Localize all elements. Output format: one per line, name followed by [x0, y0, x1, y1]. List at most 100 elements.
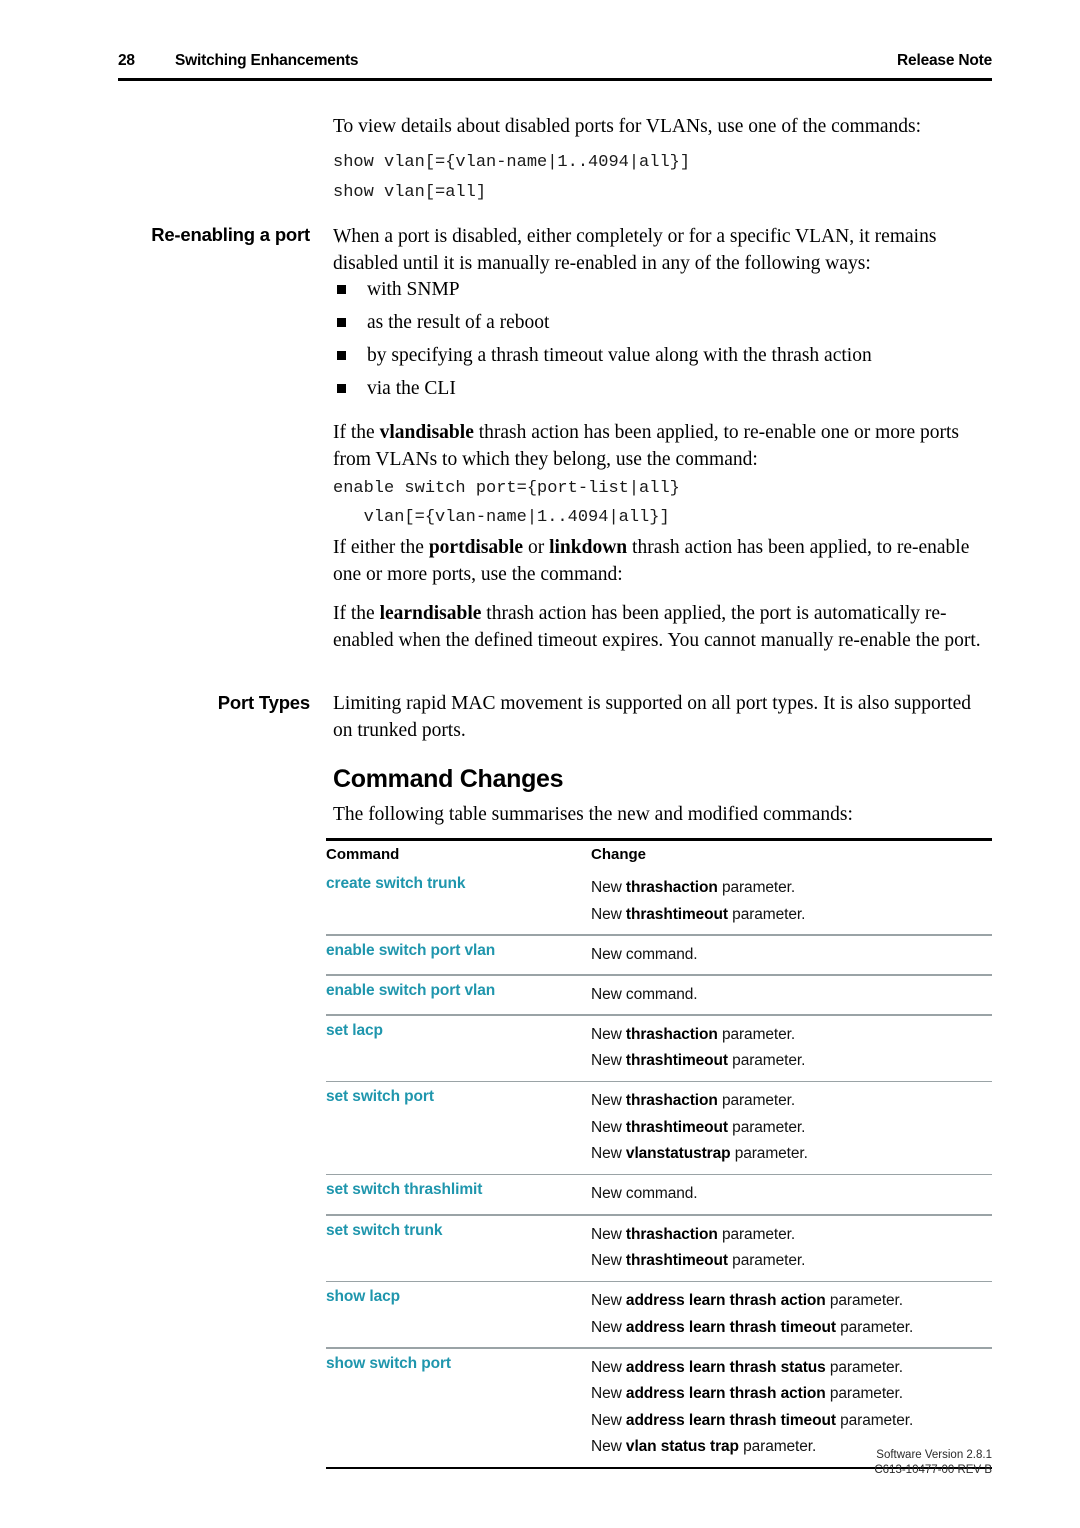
change-line: New command. — [591, 1181, 992, 1208]
section-heading-command-changes: Command Changes — [333, 765, 564, 793]
change-prefix: New — [591, 1052, 626, 1070]
change-suffix: parameter. — [825, 1358, 903, 1376]
table-cell-command[interactable]: set switch trunk — [326, 1222, 581, 1240]
list-item: via the CLI — [333, 376, 992, 403]
table-row: set switch thrashlimit New command. — [326, 1175, 992, 1214]
table-row: create switch trunk New thrashaction para… — [326, 869, 992, 934]
table-cell-command[interactable]: set switch thrashlimit — [326, 1181, 581, 1199]
table-cell-command[interactable]: set switch port — [326, 1088, 581, 1106]
learndisable-text-1: If the — [333, 603, 380, 624]
footer-software-version: Software Version 2.8.1 — [876, 1449, 992, 1461]
intro-command-1-block: show vlan[={vlan-name|1..4094|all}] — [333, 148, 992, 177]
table-cell-command[interactable]: show switch port — [326, 1355, 581, 1373]
change-line: New thrashaction parameter. — [591, 1022, 992, 1049]
table-cell-command[interactable]: enable switch port vlan — [326, 942, 581, 960]
change-parameter-name: thrashaction — [625, 879, 718, 896]
command-changes-intro-block: The following table summarises the new a… — [333, 801, 992, 828]
change-line: New address learn thrash timeout paramet… — [591, 1408, 992, 1435]
change-prefix: New command. — [591, 1185, 698, 1203]
change-line: New thrashaction parameter. — [591, 1222, 992, 1249]
change-suffix: parameter. — [835, 1411, 914, 1429]
document-type: Release Note — [897, 52, 992, 69]
change-parameter-name: vlan status trap — [625, 1438, 739, 1456]
change-prefix: New — [591, 1025, 626, 1043]
change-suffix: parameter. — [730, 1145, 808, 1163]
change-parameter-name: address learn thrash action — [625, 1385, 826, 1403]
table-cell-command[interactable]: create switch trunk — [326, 875, 581, 893]
learndisable-keyword: learndisable — [379, 603, 482, 624]
learndisable-paragraph: If the learndisable thrash action has be… — [333, 600, 992, 654]
change-prefix: New command. — [591, 985, 698, 1003]
change-parameter-name: thrashtimeout — [625, 1118, 728, 1136]
table-cell-command[interactable]: enable switch port vlan — [326, 982, 581, 1000]
change-suffix: parameter. — [717, 1225, 796, 1243]
change-prefix: New — [591, 1225, 626, 1243]
change-suffix: parameter. — [727, 1118, 806, 1136]
change-prefix: New — [591, 1438, 626, 1456]
table-row: show lacp New address learn thrash action… — [326, 1282, 992, 1347]
change-parameter-name: address learn thrash timeout — [625, 1318, 836, 1336]
change-suffix: parameter. — [717, 1092, 796, 1110]
table-cell-command[interactable]: set lacp — [326, 1022, 581, 1040]
change-prefix: New — [591, 905, 626, 923]
change-prefix: New — [591, 1118, 626, 1136]
change-prefix: New — [591, 1411, 626, 1429]
change-parameter-name: thrashaction — [625, 1025, 718, 1043]
change-parameter-name: thrashtimeout — [625, 1052, 728, 1070]
change-suffix: parameter. — [727, 1052, 806, 1070]
command-enable-switch-port-vlan: enable switch port={port-list|all} vlan[… — [333, 479, 680, 527]
square-bullet-icon — [337, 384, 346, 393]
change-prefix: New — [591, 1292, 626, 1310]
command-show-vlan-all: show vlan[=all] — [333, 183, 487, 202]
change-suffix: parameter. — [727, 1252, 806, 1270]
square-bullet-icon — [337, 351, 346, 360]
change-prefix: New — [591, 1358, 626, 1376]
change-suffix: parameter. — [717, 879, 796, 896]
change-line: New thrashaction parameter. — [591, 1088, 992, 1115]
change-parameter-name: address learn thrash status — [625, 1358, 826, 1376]
change-prefix: New — [591, 1092, 626, 1110]
change-parameter-name: thrashtimeout — [625, 1252, 728, 1270]
table-cell-change: New address learn thrash action paramete… — [591, 1282, 992, 1347]
running-header: 28 Switching Enhancements Release Note — [118, 52, 992, 78]
table-body: create switch trunk New thrashaction para… — [326, 869, 992, 1467]
change-line: New address learn thrash action paramete… — [591, 1381, 992, 1408]
vlandisable-keyword: vlandisable — [379, 422, 474, 443]
table-cell-command[interactable]: show lacp — [326, 1288, 581, 1306]
portdisable-paragraph-block: If either the portdisable or linkdown th… — [333, 534, 992, 588]
port-types-paragraph: Limiting rapid MAC movement is supported… — [333, 693, 972, 741]
header-rule — [118, 78, 992, 81]
page-footer: Software Version 2.8.1 C613-10477-00 REV… — [874, 1448, 992, 1478]
change-suffix: parameter. — [825, 1292, 903, 1310]
column-header-command: Command — [326, 846, 400, 863]
change-parameter-name: vlanstatustrap — [625, 1145, 731, 1163]
change-suffix: parameter. — [738, 1438, 817, 1456]
command-changes-table: Command Change create switch trunk New th… — [326, 838, 992, 1469]
intro-paragraph: To view details about disabled ports for… — [333, 116, 922, 137]
reenabling-paragraph-block: When a port is disabled, either complete… — [333, 223, 992, 277]
change-suffix: parameter. — [825, 1385, 903, 1403]
change-parameter-name: thrashaction — [625, 1225, 718, 1243]
change-line: New address learn thrash action paramete… — [591, 1288, 992, 1315]
list-item: by specifying a thrash timeout value alo… — [333, 343, 992, 370]
port-types-paragraph-block: Limiting rapid MAC movement is supported… — [333, 690, 992, 744]
document-page: 28 Switching Enhancements Release Note T… — [0, 0, 1080, 1528]
linkdown-keyword: linkdown — [549, 537, 628, 558]
change-prefix: New command. — [591, 945, 698, 963]
learndisable-paragraph-block: If the learndisable thrash action has be… — [333, 600, 992, 654]
footer-document-code: C613-10477-00 REV B — [874, 1464, 992, 1476]
vlandisable-text-1: If the — [333, 422, 380, 443]
change-prefix: New — [591, 1318, 626, 1336]
change-suffix: parameter. — [717, 1025, 796, 1043]
change-suffix: parameter. — [835, 1318, 914, 1336]
portdisable-paragraph: If either the portdisable or linkdown th… — [333, 534, 992, 588]
table-cell-change: New thrashaction parameter. New thrashtim… — [591, 1216, 992, 1281]
change-prefix: New — [591, 1385, 626, 1403]
column-header-change: Change — [591, 846, 647, 863]
list-item-label: by specifying a thrash timeout value alo… — [367, 345, 872, 366]
change-suffix: parameter. — [727, 905, 806, 923]
change-line: New vlanstatustrap parameter. — [591, 1141, 992, 1168]
change-parameter-name: thrashaction — [625, 1092, 718, 1110]
portdisable-text-1: If either the — [333, 537, 429, 558]
change-line: New address learn thrash status paramete… — [591, 1355, 992, 1382]
